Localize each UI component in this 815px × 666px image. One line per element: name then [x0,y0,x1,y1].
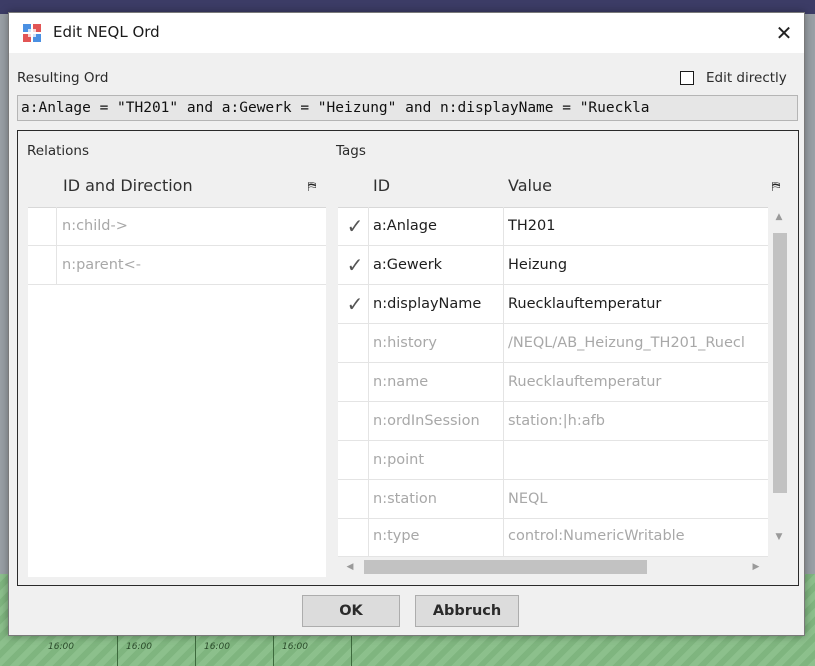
edit-directly-checkbox[interactable] [680,71,694,85]
check-icon[interactable]: ✓ [342,285,368,324]
relation-id: n:child-> [62,218,128,234]
close-icon[interactable]: ✕ [767,17,801,49]
tag-value: Ruecklauftemperatur [508,374,662,390]
vertical-scrollbar[interactable]: ▲ ▼ [768,207,790,557]
table-row[interactable]: ✓ a:Anlage TH201 [338,207,768,246]
table-row[interactable]: n:parent<- [28,246,326,285]
table-options-icon[interactable]: ⛿ [302,176,322,196]
scrollbar-corner [768,557,790,577]
table-row[interactable]: n:name Ruecklauftemperatur [338,363,768,402]
table-row[interactable]: n:ordInSession station:|h:afb [338,402,768,441]
tag-id: n:station [373,491,437,507]
tags-label: Tags [336,143,366,159]
column-header-id[interactable]: ID [373,165,390,207]
edit-directly-label[interactable]: Edit directly [706,70,787,86]
column-header-value[interactable]: Value [508,165,552,207]
background-time-label: 16:00 [40,636,118,666]
check-icon[interactable]: ✓ [342,246,368,285]
table-row[interactable]: n:point [338,441,768,480]
scroll-down-icon[interactable]: ▼ [768,527,790,547]
table-row[interactable]: n:station NEQL [338,480,768,519]
table-row[interactable]: n:history /NEQL/AB_Heizung_TH201_Ruecl [338,324,768,363]
tag-id: n:ordInSession [373,413,480,429]
tag-id: n:name [373,374,429,390]
tags-table-header: ID Value ⛿ [338,165,790,208]
table-row[interactable]: n:child-> [28,207,326,246]
resulting-ord-label: Resulting Ord [17,70,109,86]
relations-table-header: ID and Direction ⛿ [28,165,326,208]
tag-value: NEQL [508,491,548,507]
relations-table: ID and Direction ⛿ n:child-> n:parent<- [28,165,326,577]
tag-value [508,441,766,480]
scroll-left-icon[interactable]: ◀ [340,557,360,577]
table-options-icon[interactable]: ⛿ [766,176,786,196]
neql-app-icon [23,24,41,42]
tag-value: TH201 [508,218,556,234]
check-icon[interactable]: ✓ [342,207,368,246]
vertical-scroll-thumb[interactable] [773,233,787,493]
tags-table: ID Value ⛿ ✓ a:Anlage TH201 ✓ a:Gewerk H… [338,165,790,577]
tag-id: a:Anlage [373,218,437,234]
tag-id: n:displayName [373,296,482,312]
relation-id: n:parent<- [62,257,141,273]
relations-tags-panel: Relations Tags ID and Direction ⛿ n:chil… [17,130,799,586]
edit-neql-ord-dialog: Edit NEQL Ord ✕ Resulting Ord Edit direc… [8,12,805,636]
tag-value: control:NumericWritable [508,528,685,544]
tag-value: /NEQL/AB_Heizung_TH201_Ruecl [508,335,745,351]
tag-id: n:type [373,528,420,544]
resulting-ord-field[interactable]: a:Anlage = "TH201" and a:Gewerk = "Heizu… [17,95,798,121]
horizontal-scroll-thumb[interactable] [364,560,647,574]
background-time-label: 16:00 [118,636,196,666]
column-header-id-direction[interactable]: ID and Direction [63,165,193,207]
table-row[interactable]: ✓ a:Gewerk Heizung [338,246,768,285]
tag-id: a:Gewerk [373,257,443,273]
relations-label: Relations [27,143,89,159]
table-row[interactable]: ✓ n:displayName Ruecklauftemperatur [338,285,768,324]
cancel-button[interactable]: Abbruch [415,595,519,627]
background-time-label: 16:00 [274,636,352,666]
tag-value: Heizung [508,257,568,273]
table-row[interactable]: n:type control:NumericWritable [338,519,768,557]
tag-id: n:history [373,335,437,351]
background-time-label: 16:00 [196,636,274,666]
dialog-title: Edit NEQL Ord [53,23,160,41]
scroll-right-icon[interactable]: ▶ [746,557,766,577]
ok-button[interactable]: OK [302,595,400,627]
title-bar[interactable]: Edit NEQL Ord ✕ [9,13,804,53]
tag-id: n:point [373,452,425,468]
tag-value: Ruecklauftemperatur [508,296,662,312]
horizontal-scrollbar[interactable]: ◀ ▶ [338,557,768,577]
scroll-up-icon[interactable]: ▲ [768,207,790,227]
tag-value: station:|h:afb [508,413,605,429]
